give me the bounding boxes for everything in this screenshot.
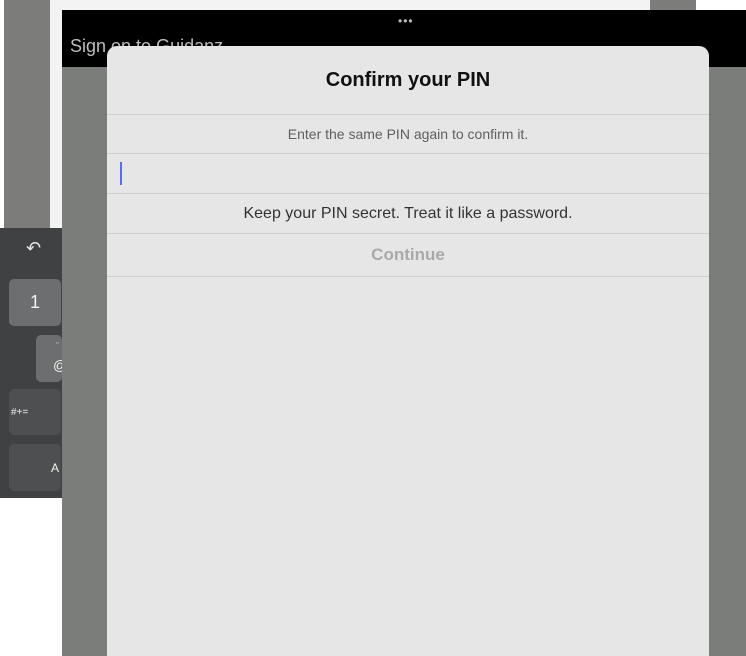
confirm-pin-dialog: Confirm your PIN Enter the same PIN agai… (107, 46, 709, 656)
pin-input[interactable] (107, 154, 709, 193)
dialog-subtitle: Enter the same PIN again to confirm it. (287, 126, 529, 142)
background-edge (696, 0, 746, 10)
undo-icon[interactable]: ↶ (26, 238, 41, 259)
key-symbols[interactable]: #+= (9, 389, 61, 435)
text-caret (120, 162, 122, 185)
dialog-title: Confirm your PIN (325, 68, 491, 91)
key-1[interactable]: 1 (9, 279, 61, 326)
key-at-sub-label: " (56, 341, 59, 350)
key-at[interactable]: " @ (36, 335, 67, 382)
divider (107, 276, 709, 277)
key-a-label: A (51, 461, 60, 475)
drag-handle-icon[interactable]: ••• (398, 14, 414, 28)
continue-button[interactable]: Continue (107, 234, 709, 276)
pin-hint: Keep your PIN secret. Treat it like a pa… (243, 204, 573, 222)
key-a[interactable]: A (9, 444, 61, 491)
